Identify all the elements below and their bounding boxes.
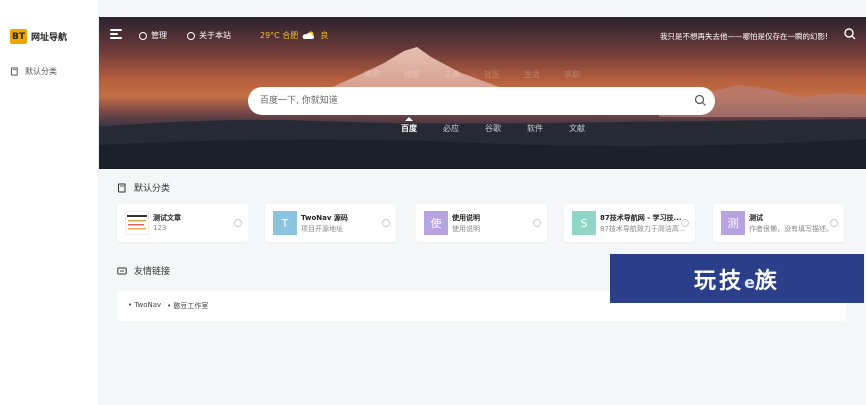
detail-icon[interactable]: [234, 219, 242, 227]
link-card-icon: [117, 267, 127, 274]
detail-icon[interactable]: [830, 219, 838, 227]
slogan: 我只是不想再失去他——哪怕是仅存在一瞬的幻影!: [659, 32, 828, 41]
engine-tab-literature[interactable]: 文献: [556, 123, 598, 134]
faint-tab[interactable]: 常用: [364, 69, 380, 80]
link-card[interactable]: 测试文章 123: [117, 204, 248, 242]
card-title: 测试: [749, 214, 763, 222]
faint-tab[interactable]: 社区: [484, 69, 500, 80]
engine-tab-google[interactable]: 谷歌: [472, 123, 514, 134]
faint-tab[interactable]: 工具: [444, 69, 460, 80]
weather-widget[interactable]: 29°C 合肥 良: [260, 30, 328, 41]
card-title: TwoNav 源码: [301, 214, 348, 222]
cloud-sun-icon: [302, 31, 315, 39]
hero-banner: 管理 关于本站 29°C 合肥 良 我只是不想再失去他——哪怕是仅存在一瞬的幻影…: [99, 17, 866, 169]
engine-tab-software[interactable]: 软件: [514, 123, 556, 134]
nav-about[interactable]: 关于本站: [187, 30, 231, 41]
sidebar-item-label: 默认分类: [25, 67, 57, 76]
section-title-default: 默认分类: [117, 181, 170, 194]
sidebar: BT 网址导航 默认分类: [0, 0, 99, 405]
brand-name: 网址导航: [31, 33, 68, 43]
detail-icon[interactable]: [681, 219, 689, 227]
engine-tab-bing[interactable]: 必应: [430, 123, 472, 134]
card-desc: 87技术导航致力于简洁高...: [600, 225, 686, 233]
search-icon[interactable]: [844, 28, 856, 40]
nav-manage[interactable]: 管理: [139, 30, 167, 41]
friend-link[interactable]: • 憨豆工作室: [167, 301, 208, 311]
weather-text: 29°C 合肥: [260, 31, 299, 40]
card-title: 87技术导航网 - 学习技...: [600, 214, 682, 222]
watermark-banner: 玩技e族: [610, 254, 864, 303]
menu-icon[interactable]: [110, 29, 122, 39]
engine-tab-baidu[interactable]: 百度: [388, 117, 430, 134]
search-button-icon[interactable]: [694, 94, 707, 107]
section-title-links: 友情链接: [117, 264, 170, 277]
book-icon: [10, 67, 18, 76]
category-tabs: 常用 搜索 工具 社区 生活 求职: [364, 69, 580, 80]
card-desc: 123: [153, 224, 167, 232]
card-desc: 使用说明: [452, 225, 480, 233]
brand-logo: BT: [10, 29, 27, 44]
link-card[interactable]: S 87技术导航网 - 学习技... 87技术导航致力于简洁高...: [564, 204, 695, 242]
faint-tab[interactable]: 搜索: [404, 69, 420, 80]
friend-link[interactable]: • TwoNav: [128, 301, 161, 309]
detail-icon[interactable]: [533, 219, 541, 227]
card-thumbnail: S: [572, 211, 596, 235]
air-quality: 良: [320, 31, 329, 40]
faint-tab[interactable]: 求职: [564, 69, 580, 80]
link-card[interactable]: T TwoNav 源码 项目开源地址: [265, 204, 396, 242]
article-thumbnail-icon: [127, 215, 147, 230]
search-input[interactable]: [260, 93, 680, 109]
card-thumbnail: 使: [424, 211, 448, 235]
card-title: 测试文章: [153, 214, 181, 222]
card-desc: 项目开源地址: [301, 225, 343, 233]
detail-icon[interactable]: [382, 219, 390, 227]
sidebar-item-default[interactable]: 默认分类: [10, 66, 57, 77]
card-thumbnail: 测: [721, 211, 745, 235]
book-icon: [118, 183, 126, 192]
user-icon: [139, 31, 147, 40]
card-thumbnail: T: [273, 211, 297, 235]
faint-tab[interactable]: 生活: [524, 69, 540, 80]
card-thumbnail: [125, 211, 149, 235]
search-box: [248, 87, 715, 115]
card-title: 使用说明: [452, 214, 480, 222]
link-card[interactable]: 测 测试 作者很懒，没有填写描述。: [713, 204, 844, 242]
search-engine-tabs: 百度 必应 谷歌 软件 文献: [388, 117, 598, 134]
top-bar: 管理 关于本站 29°C 合肥 良 我只是不想再失去他——哪怕是仅存在一瞬的幻影…: [99, 17, 866, 53]
link-card[interactable]: 使 使用说明 使用说明: [416, 204, 547, 242]
github-icon: [187, 31, 195, 40]
banner-logo: 玩技e族: [694, 268, 780, 294]
brand[interactable]: BT 网址导航: [10, 29, 67, 44]
card-desc: 作者很懒，没有填写描述。: [749, 225, 833, 233]
